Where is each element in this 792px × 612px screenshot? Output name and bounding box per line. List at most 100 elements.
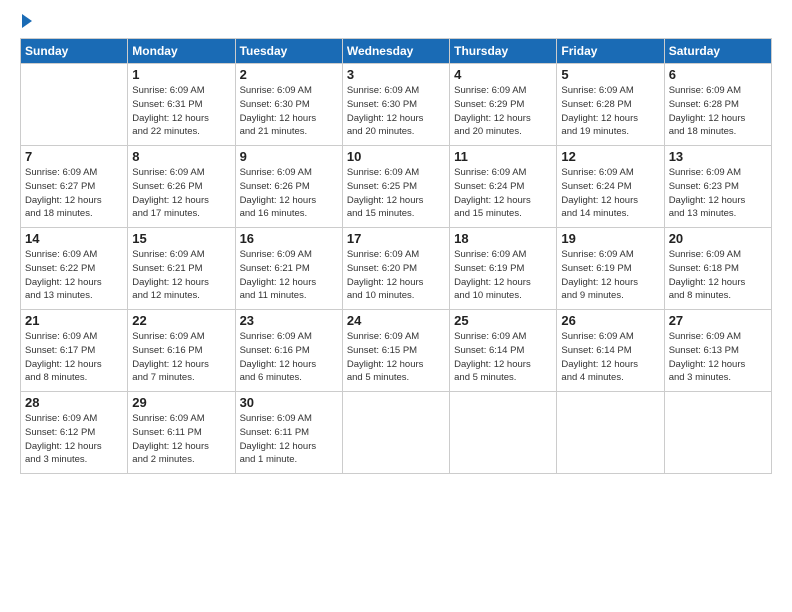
calendar-week-row: 14 Sunrise: 6:09 AM Sunset: 6:22 PM Dayli… xyxy=(21,228,772,310)
day-info: Sunrise: 6:09 AM Sunset: 6:29 PM Dayligh… xyxy=(454,84,552,139)
calendar-week-row: 1 Sunrise: 6:09 AM Sunset: 6:31 PM Daylig… xyxy=(21,64,772,146)
day-info: Sunrise: 6:09 AM Sunset: 6:28 PM Dayligh… xyxy=(561,84,659,139)
calendar-cell: 30Sunrise: 6:09 AM Sunset: 6:11 PM Dayli… xyxy=(235,392,342,474)
day-number: 9 xyxy=(240,149,338,164)
day-number: 12 xyxy=(561,149,659,164)
day-info: Sunrise: 6:09 AM Sunset: 6:21 PM Dayligh… xyxy=(132,248,230,303)
header xyxy=(20,16,772,28)
day-info: Sunrise: 6:09 AM Sunset: 6:20 PM Dayligh… xyxy=(347,248,445,303)
calendar-cell: 15 Sunrise: 6:09 AM Sunset: 6:21 PM Dayli… xyxy=(128,228,235,310)
calendar-week-row: 28 Sunrise: 6:09 AM Sunset: 6:12 PM Dayli… xyxy=(21,392,772,474)
calendar-cell: 14 Sunrise: 6:09 AM Sunset: 6:22 PM Dayli… xyxy=(21,228,128,310)
calendar-cell xyxy=(21,64,128,146)
logo-arrow-icon xyxy=(22,14,32,28)
day-number: 19 xyxy=(561,231,659,246)
day-number: 6 xyxy=(669,67,767,82)
day-info: Sunrise: 6:09 AM Sunset: 6:18 PM Dayligh… xyxy=(669,248,767,303)
calendar-cell: 22Sunrise: 6:09 AM Sunset: 6:16 PM Dayli… xyxy=(128,310,235,392)
weekday-header: Friday xyxy=(557,39,664,64)
day-info: Sunrise: 6:09 AM Sunset: 6:15 PM Dayligh… xyxy=(347,330,445,385)
day-number: 4 xyxy=(454,67,552,82)
calendar-cell: 13Sunrise: 6:09 AM Sunset: 6:23 PM Dayli… xyxy=(664,146,771,228)
day-info: Sunrise: 6:09 AM Sunset: 6:17 PM Dayligh… xyxy=(25,330,123,385)
day-info: Sunrise: 6:09 AM Sunset: 6:14 PM Dayligh… xyxy=(454,330,552,385)
day-info: Sunrise: 6:09 AM Sunset: 6:16 PM Dayligh… xyxy=(132,330,230,385)
calendar-cell: 12 Sunrise: 6:09 AM Sunset: 6:24 PM Dayli… xyxy=(557,146,664,228)
day-info: Sunrise: 6:09 AM Sunset: 6:30 PM Dayligh… xyxy=(240,84,338,139)
day-info: Sunrise: 6:09 AM Sunset: 6:11 PM Dayligh… xyxy=(132,412,230,467)
calendar-cell: 5 Sunrise: 6:09 AM Sunset: 6:28 PM Daylig… xyxy=(557,64,664,146)
calendar-week-row: 7 Sunrise: 6:09 AM Sunset: 6:27 PM Daylig… xyxy=(21,146,772,228)
calendar-cell: 29Sunrise: 6:09 AM Sunset: 6:11 PM Dayli… xyxy=(128,392,235,474)
day-info: Sunrise: 6:09 AM Sunset: 6:14 PM Dayligh… xyxy=(561,330,659,385)
calendar-cell: 17 Sunrise: 6:09 AM Sunset: 6:20 PM Dayli… xyxy=(342,228,449,310)
day-info: Sunrise: 6:09 AM Sunset: 6:11 PM Dayligh… xyxy=(240,412,338,467)
day-info: Sunrise: 6:09 AM Sunset: 6:27 PM Dayligh… xyxy=(25,166,123,221)
day-info: Sunrise: 6:09 AM Sunset: 6:19 PM Dayligh… xyxy=(454,248,552,303)
day-number: 5 xyxy=(561,67,659,82)
day-info: Sunrise: 6:09 AM Sunset: 6:31 PM Dayligh… xyxy=(132,84,230,139)
weekday-header: Sunday xyxy=(21,39,128,64)
day-info: Sunrise: 6:09 AM Sunset: 6:24 PM Dayligh… xyxy=(561,166,659,221)
calendar-cell: 16 Sunrise: 6:09 AM Sunset: 6:21 PM Dayli… xyxy=(235,228,342,310)
day-number: 8 xyxy=(132,149,230,164)
calendar-cell: 21 Sunrise: 6:09 AM Sunset: 6:17 PM Dayli… xyxy=(21,310,128,392)
day-info: Sunrise: 6:09 AM Sunset: 6:12 PM Dayligh… xyxy=(25,412,123,467)
logo xyxy=(20,16,32,28)
day-info: Sunrise: 6:09 AM Sunset: 6:13 PM Dayligh… xyxy=(669,330,767,385)
calendar-header-row: SundayMondayTuesdayWednesdayThursdayFrid… xyxy=(21,39,772,64)
day-number: 15 xyxy=(132,231,230,246)
calendar-cell: 24 Sunrise: 6:09 AM Sunset: 6:15 PM Dayli… xyxy=(342,310,449,392)
calendar-cell: 18 Sunrise: 6:09 AM Sunset: 6:19 PM Dayli… xyxy=(450,228,557,310)
day-info: Sunrise: 6:09 AM Sunset: 6:16 PM Dayligh… xyxy=(240,330,338,385)
day-number: 21 xyxy=(25,313,123,328)
day-info: Sunrise: 6:09 AM Sunset: 6:24 PM Dayligh… xyxy=(454,166,552,221)
calendar-cell: 25 Sunrise: 6:09 AM Sunset: 6:14 PM Dayli… xyxy=(450,310,557,392)
day-number: 1 xyxy=(132,67,230,82)
day-info: Sunrise: 6:09 AM Sunset: 6:30 PM Dayligh… xyxy=(347,84,445,139)
day-number: 11 xyxy=(454,149,552,164)
day-number: 26 xyxy=(561,313,659,328)
weekday-header: Wednesday xyxy=(342,39,449,64)
day-info: Sunrise: 6:09 AM Sunset: 6:21 PM Dayligh… xyxy=(240,248,338,303)
day-number: 18 xyxy=(454,231,552,246)
weekday-header: Tuesday xyxy=(235,39,342,64)
day-info: Sunrise: 6:09 AM Sunset: 6:28 PM Dayligh… xyxy=(669,84,767,139)
day-number: 17 xyxy=(347,231,445,246)
calendar-cell: 19 Sunrise: 6:09 AM Sunset: 6:19 PM Dayli… xyxy=(557,228,664,310)
day-number: 16 xyxy=(240,231,338,246)
page: SundayMondayTuesdayWednesdayThursdayFrid… xyxy=(0,0,792,612)
weekday-header: Monday xyxy=(128,39,235,64)
day-number: 28 xyxy=(25,395,123,410)
calendar-cell: 20Sunrise: 6:09 AM Sunset: 6:18 PM Dayli… xyxy=(664,228,771,310)
day-number: 10 xyxy=(347,149,445,164)
day-number: 2 xyxy=(240,67,338,82)
calendar-cell: 3 Sunrise: 6:09 AM Sunset: 6:30 PM Daylig… xyxy=(342,64,449,146)
day-number: 7 xyxy=(25,149,123,164)
day-number: 25 xyxy=(454,313,552,328)
day-info: Sunrise: 6:09 AM Sunset: 6:25 PM Dayligh… xyxy=(347,166,445,221)
calendar-cell: 28 Sunrise: 6:09 AM Sunset: 6:12 PM Dayli… xyxy=(21,392,128,474)
calendar-cell: 1 Sunrise: 6:09 AM Sunset: 6:31 PM Daylig… xyxy=(128,64,235,146)
calendar-cell xyxy=(664,392,771,474)
day-info: Sunrise: 6:09 AM Sunset: 6:19 PM Dayligh… xyxy=(561,248,659,303)
calendar-cell xyxy=(342,392,449,474)
calendar-cell xyxy=(557,392,664,474)
calendar-cell: 2 Sunrise: 6:09 AM Sunset: 6:30 PM Daylig… xyxy=(235,64,342,146)
calendar-cell: 4 Sunrise: 6:09 AM Sunset: 6:29 PM Daylig… xyxy=(450,64,557,146)
calendar-cell: 10 Sunrise: 6:09 AM Sunset: 6:25 PM Dayli… xyxy=(342,146,449,228)
calendar-cell: 9 Sunrise: 6:09 AM Sunset: 6:26 PM Daylig… xyxy=(235,146,342,228)
day-info: Sunrise: 6:09 AM Sunset: 6:22 PM Dayligh… xyxy=(25,248,123,303)
day-info: Sunrise: 6:09 AM Sunset: 6:26 PM Dayligh… xyxy=(240,166,338,221)
calendar-cell: 23 Sunrise: 6:09 AM Sunset: 6:16 PM Dayli… xyxy=(235,310,342,392)
day-number: 14 xyxy=(25,231,123,246)
day-number: 23 xyxy=(240,313,338,328)
calendar-cell: 6 Sunrise: 6:09 AM Sunset: 6:28 PM Daylig… xyxy=(664,64,771,146)
day-number: 24 xyxy=(347,313,445,328)
day-number: 13 xyxy=(669,149,767,164)
calendar-table: SundayMondayTuesdayWednesdayThursdayFrid… xyxy=(20,38,772,474)
day-number: 27 xyxy=(669,313,767,328)
day-number: 3 xyxy=(347,67,445,82)
calendar-cell: 7 Sunrise: 6:09 AM Sunset: 6:27 PM Daylig… xyxy=(21,146,128,228)
calendar-week-row: 21 Sunrise: 6:09 AM Sunset: 6:17 PM Dayli… xyxy=(21,310,772,392)
